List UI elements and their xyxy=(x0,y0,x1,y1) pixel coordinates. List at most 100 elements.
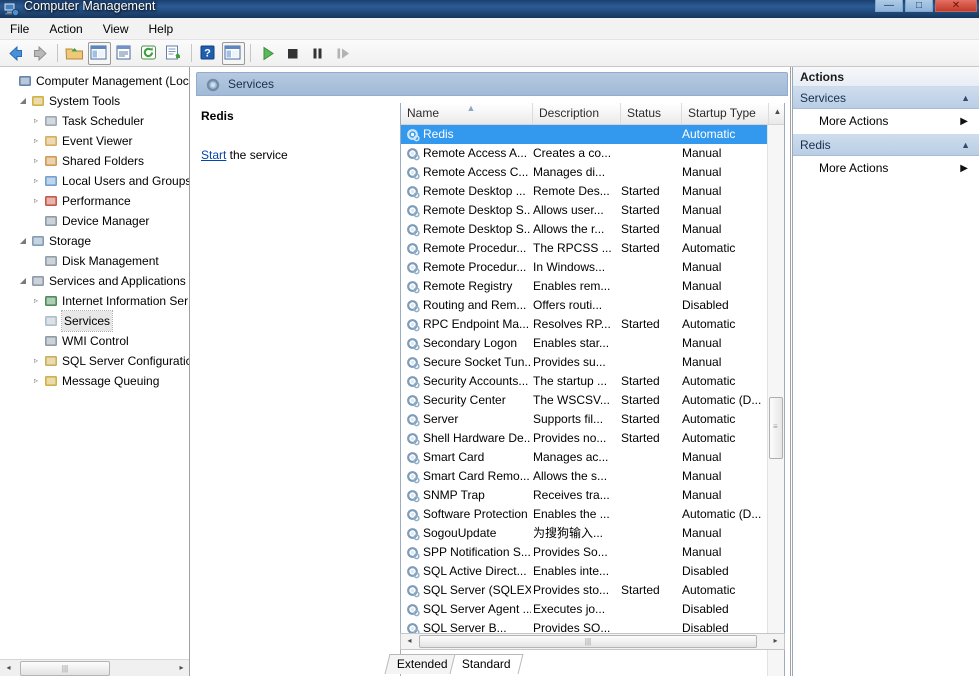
table-row[interactable]: Remote Desktop S... Allows user... Started… xyxy=(401,201,769,220)
show-hide-action-pane-icon[interactable] xyxy=(222,42,245,65)
column-header-startup-type[interactable]: Startup Type xyxy=(682,103,769,124)
tree-node-services[interactable]: Services xyxy=(0,310,189,332)
table-row[interactable]: Software Protection Enables the ... Automa… xyxy=(401,505,769,524)
table-row[interactable]: Security Accounts... The startup ... Start… xyxy=(401,372,769,391)
stop-service-icon[interactable] xyxy=(281,42,304,65)
table-row[interactable]: Smart Card Manages ac... Manual xyxy=(401,448,769,467)
table-row[interactable]: SQL Active Direct... Enables inte... Disab… xyxy=(401,562,769,581)
table-row[interactable]: SPP Notification S... Provides So... Manua… xyxy=(401,543,769,562)
expander-collapsed-icon[interactable]: ▹ xyxy=(30,371,42,391)
expander-expanded-icon[interactable]: ◢ xyxy=(17,271,29,291)
table-row[interactable]: SNMP Trap Receives tra... Manual xyxy=(401,486,769,505)
expander-expanded-icon[interactable]: ◢ xyxy=(17,231,29,251)
menu-item-help[interactable]: Help xyxy=(139,18,184,39)
list-horizontal-scroll-thumb[interactable]: ||| xyxy=(419,635,757,648)
services-list-view[interactable]: Name ▲ Description Status Startup Type ▲… xyxy=(400,103,785,676)
expander-collapsed-icon[interactable]: ▹ xyxy=(30,351,42,371)
tree-node-performance[interactable]: ▹ Performance xyxy=(0,191,189,211)
tree-node-system-tools[interactable]: ◢ System Tools xyxy=(0,91,189,111)
actions-group-services[interactable]: Services ▲ xyxy=(793,87,979,109)
expander-collapsed-icon[interactable]: ▹ xyxy=(30,111,42,131)
back-icon[interactable] xyxy=(4,42,27,65)
tree-scroll-left-arrow[interactable]: ◂ xyxy=(0,660,17,676)
menu-item-view[interactable]: View xyxy=(93,18,139,39)
table-row[interactable]: Secondary Logon Enables star... Manual xyxy=(401,334,769,353)
action-services-more-actions[interactable]: More Actions ▶ xyxy=(793,109,979,134)
list-scroll-right-arrow[interactable]: ▸ xyxy=(767,633,784,650)
restart-service-icon[interactable] xyxy=(331,42,354,65)
expander-collapsed-icon[interactable]: ▹ xyxy=(30,131,42,151)
tree-node-message-queuing[interactable]: ▹ Message Queuing xyxy=(0,371,189,391)
expander-expanded-icon[interactable]: ◢ xyxy=(17,91,29,111)
expander-collapsed-icon[interactable]: ▹ xyxy=(30,171,42,191)
table-row[interactable]: SQL Server (SQLEX... Provides sto... Start… xyxy=(401,581,769,600)
tree-horizontal-scrollbar[interactable]: ◂ ||| ▸ xyxy=(0,659,189,676)
table-row[interactable]: Remote Desktop S... Allows the r... Starte… xyxy=(401,220,769,239)
menu-item-action[interactable]: Action xyxy=(39,18,92,39)
expander-collapsed-icon[interactable]: ▹ xyxy=(30,151,42,171)
table-row[interactable]: Remote Procedur... The RPCSS ... Started Au… xyxy=(401,239,769,258)
expander-collapsed-icon[interactable]: ▹ xyxy=(30,191,42,211)
tree-node-wmi-control[interactable]: WMI Control xyxy=(0,331,189,351)
maximize-button[interactable]: □ xyxy=(905,0,933,12)
list-horizontal-scrollbar[interactable]: ◂ ||| ▸ xyxy=(400,633,785,650)
expander-collapsed-icon[interactable]: ▹ xyxy=(30,291,42,311)
table-row[interactable]: SogouUpdate 为搜狗输入... Manual xyxy=(401,524,769,543)
tab-extended[interactable]: Extended xyxy=(384,654,461,674)
table-row[interactable]: Shell Hardware De... Provides no... Starte… xyxy=(401,429,769,448)
tree-node-sql-server-configuratic[interactable]: ▹ SQL Server Configuratic xyxy=(0,351,189,371)
column-header-description[interactable]: Description xyxy=(533,103,621,124)
tree-scroll-right-arrow[interactable]: ▸ xyxy=(173,660,189,676)
properties-icon[interactable] xyxy=(113,42,136,65)
table-row[interactable]: Remote Desktop ... Remote Des... Started Ma… xyxy=(401,182,769,201)
tree-node-services-and-applications[interactable]: ◢ Services and Applications xyxy=(0,271,189,291)
start-service-icon[interactable] xyxy=(256,42,279,65)
table-row[interactable]: Remote Procedur... In Windows... Manual xyxy=(401,258,769,277)
list-vertical-scrollbar[interactable]: ≡ ▼ xyxy=(767,125,784,676)
tree-node-device-manager[interactable]: Device Manager xyxy=(0,211,189,231)
tree-node-task-scheduler[interactable]: ▹ Task Scheduler xyxy=(0,111,189,131)
chevron-up-icon[interactable]: ▲ xyxy=(961,87,970,109)
tree-node-local-users-and-groups[interactable]: ▹ Local Users and Groups xyxy=(0,171,189,191)
table-row[interactable]: Remote Access A... Creates a co... Manual xyxy=(401,144,769,163)
export-list-icon[interactable] xyxy=(163,42,186,65)
refresh-icon[interactable] xyxy=(138,42,161,65)
table-row[interactable]: Smart Card Remo... Allows the s... Manual xyxy=(401,467,769,486)
table-row[interactable]: Security Center The WSCSV... Started Automa… xyxy=(401,391,769,410)
menu-item-file[interactable]: File xyxy=(0,18,39,39)
action-redis-more-actions[interactable]: More Actions ▶ xyxy=(793,156,979,181)
table-row[interactable]: Remote Access C... Manages di... Manual xyxy=(401,163,769,182)
table-row[interactable]: Redis Automatic xyxy=(401,125,769,144)
tree-node-computer-management-local[interactable]: Computer Management (Local xyxy=(0,71,189,91)
pause-service-icon[interactable] xyxy=(306,42,329,65)
list-scroll-up-arrow[interactable]: ▲ xyxy=(769,104,784,121)
actions-group-redis[interactable]: Redis ▲ xyxy=(793,134,979,156)
tree-node-disk-management[interactable]: Disk Management xyxy=(0,251,189,271)
list-scroll-left-arrow[interactable]: ◂ xyxy=(401,633,418,650)
list-vertical-scroll-thumb[interactable]: ≡ xyxy=(769,397,783,459)
tree-node-internet-information-ser[interactable]: ▹ Internet Information Ser xyxy=(0,291,189,311)
table-row[interactable]: RPC Endpoint Ma... Resolves RP... Started A… xyxy=(401,315,769,334)
show-hide-console-tree-icon[interactable] xyxy=(88,42,111,65)
tab-standard[interactable]: Standard xyxy=(449,654,523,674)
column-header-status[interactable]: Status xyxy=(621,103,682,124)
table-row[interactable]: Secure Socket Tun... Provides su... Manual xyxy=(401,353,769,372)
console-tree-pane[interactable]: Computer Management (Local ◢ System Tools ▹… xyxy=(0,67,190,676)
table-row[interactable]: Routing and Rem... Offers routi... Disable… xyxy=(401,296,769,315)
forward-icon[interactable] xyxy=(29,42,52,65)
chevron-up-icon[interactable]: ▲ xyxy=(961,134,970,156)
table-row[interactable]: Server Supports fil... Started Automatic xyxy=(401,410,769,429)
close-button[interactable]: ✕ xyxy=(935,0,977,12)
up-one-level-icon[interactable] xyxy=(63,42,86,65)
help-icon[interactable]: ? xyxy=(197,42,220,65)
tree-scroll-thumb[interactable]: ||| xyxy=(20,661,110,676)
list-column-headers[interactable]: Name ▲ Description Status Startup Type ▲ xyxy=(401,103,784,125)
table-row[interactable]: SQL Server Agent ... Executes jo... Disabl… xyxy=(401,600,769,619)
table-row[interactable]: Remote Registry Enables rem... Manual xyxy=(401,277,769,296)
minimize-button[interactable]: — xyxy=(875,0,903,12)
window-titlebar[interactable]: Computer Management — □ ✕ xyxy=(0,0,979,18)
column-header-name[interactable]: Name ▲ xyxy=(401,103,533,124)
tree-node-event-viewer[interactable]: ▹ Event Viewer xyxy=(0,131,189,151)
tree-node-storage[interactable]: ◢ Storage xyxy=(0,231,189,251)
start-service-link[interactable]: Start xyxy=(201,148,226,162)
